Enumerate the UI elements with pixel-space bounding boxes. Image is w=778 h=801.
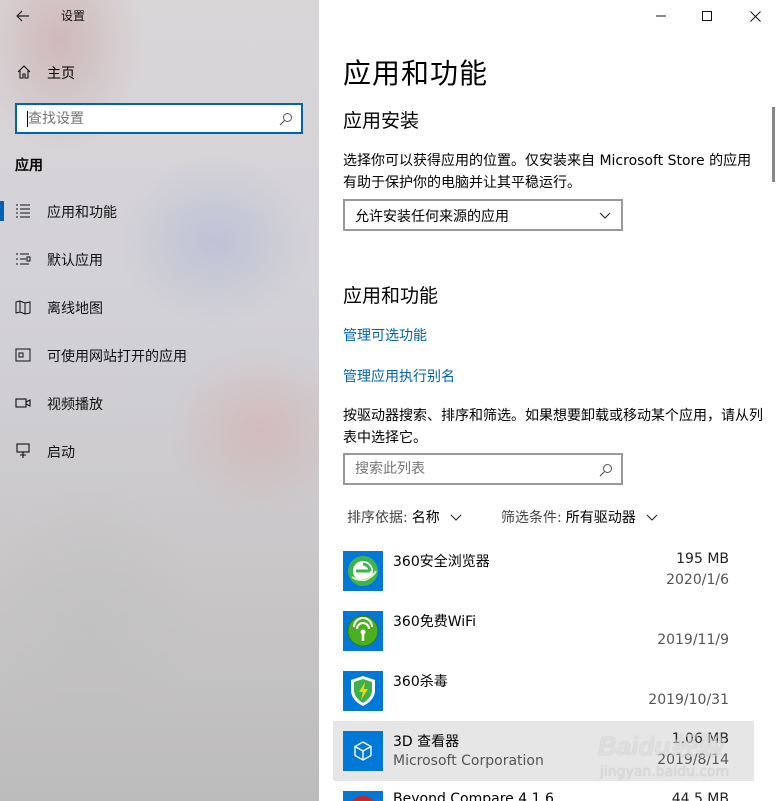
sidebar-section-title: 应用 [15, 158, 43, 174]
manage-app-aliases-link[interactable]: 管理应用执行别名 [343, 366, 455, 386]
app-name: 3D 查看器 [393, 734, 460, 750]
vertical-scrollbar[interactable] [772, 107, 775, 182]
settings-search-input[interactable] [28, 109, 268, 129]
back-button[interactable] [10, 4, 36, 28]
sidebar-item-offline-maps[interactable]: 离线地图 [0, 287, 319, 327]
app-list-search-input[interactable] [355, 460, 585, 478]
manage-optional-features-link[interactable]: 管理可选功能 [343, 325, 427, 345]
video-playback-icon [15, 398, 31, 408]
window-title: 设置 [61, 9, 86, 23]
maximize-button[interactable] [684, 0, 730, 32]
minimize-button[interactable] [638, 0, 684, 32]
sidebar-item-startup[interactable]: 启动 [0, 431, 319, 471]
app-date: 2019/10/31 [648, 692, 729, 708]
sidebar-item-apps-features[interactable]: 应用和功能 [0, 191, 319, 231]
app-list-item[interactable]: 360免费WiFi 2019/11/9 [333, 601, 754, 661]
settings-search-box[interactable] [15, 103, 303, 134]
maximize-icon [702, 11, 712, 21]
install-heading: 应用安装 [343, 110, 420, 132]
app-name: 360安全浏览器 [393, 554, 490, 570]
app-name: 360杀毒 [393, 674, 448, 690]
sort-key: 排序依据: [347, 510, 408, 526]
home-label: 主页 [47, 66, 75, 82]
baidu-watermark: Baidu经验 jingyan.baidu.com [580, 716, 775, 798]
360-antivirus-icon [343, 671, 383, 711]
sidebar-item-apps-for-websites[interactable]: 可使用网站打开的应用 [0, 335, 319, 375]
sidebar-item-label: 启动 [47, 445, 75, 461]
dropdown-value: 允许安装任何来源的应用 [355, 209, 509, 225]
close-icon [749, 10, 761, 22]
app-list-item[interactable]: 360安全浏览器 195 MB 2020/1/6 [333, 541, 754, 601]
sidebar-item-label: 默认应用 [47, 253, 103, 269]
search-icon [599, 464, 612, 477]
selection-indicator [0, 201, 4, 221]
minimize-icon [656, 15, 666, 17]
app-date: 2019/11/9 [657, 632, 729, 648]
sidebar-item-label: 视频播放 [47, 397, 103, 413]
offline-maps-icon [15, 300, 31, 315]
install-source-dropdown[interactable]: 允许安装任何来源的应用 [343, 199, 623, 231]
filter-by-dropdown[interactable]: 筛选条件: 所有驱动器 [501, 507, 658, 527]
features-heading: 应用和功能 [343, 285, 439, 307]
watermark-url: jingyan.baidu.com [600, 764, 730, 780]
sidebar-item-label: 可使用网站打开的应用 [47, 349, 187, 365]
filter-key: 筛选条件: [501, 510, 562, 526]
chevron-down-icon [599, 212, 611, 219]
chevron-down-icon [450, 514, 462, 521]
sidebar-item-video-playback[interactable]: 视频播放 [0, 383, 319, 423]
chevron-down-icon [646, 514, 658, 521]
main-pane: 应用和功能 应用安装 选择你可以获得应用的位置。仅安装来自 Microsoft … [319, 0, 778, 801]
360-browser-icon [343, 551, 383, 591]
startup-icon [16, 443, 30, 458]
apps-for-websites-icon [15, 348, 31, 362]
install-description: 选择你可以获得应用的位置。仅安装来自 Microsoft Store 的应用有助… [343, 153, 752, 191]
watermark-main: Baidu经验 [598, 731, 723, 761]
list-description: 按驱动器搜索、排序和筛选。如果想要卸载或移动某个应用，请从列表中选择它。 [343, 408, 763, 446]
default-apps-icon [16, 253, 31, 265]
beyond-compare-icon [343, 791, 383, 801]
home-icon [17, 65, 31, 79]
app-publisher: Microsoft Corporation [393, 753, 544, 769]
app-name: Beyond Compare 4.1.6 [393, 791, 554, 801]
sort-by-dropdown[interactable]: 排序依据: 名称 [347, 507, 462, 527]
app-name: 360免费WiFi [393, 614, 477, 630]
sort-value: 名称 [411, 510, 440, 526]
sidebar-item-label: 应用和功能 [47, 205, 117, 221]
close-button[interactable] [732, 0, 778, 32]
sidebar-item-default-apps[interactable]: 默认应用 [0, 239, 319, 279]
3d-viewer-icon [343, 731, 383, 771]
app-size: 195 MB [676, 551, 729, 567]
sidebar-item-label: 离线地图 [47, 301, 103, 317]
apps-features-icon [16, 204, 30, 218]
title-bar: 设置 [0, 0, 319, 32]
page-title: 应用和功能 [343, 57, 489, 90]
search-icon [279, 113, 292, 126]
app-list-item[interactable]: 360杀毒 2019/10/31 [333, 661, 754, 721]
app-list-search-box[interactable] [343, 453, 623, 485]
sidebar: 设置 主页 应用 应用和功能 默认应用 离线地图 可使用网站打开的应用 视频播放… [0, 0, 319, 801]
back-arrow-icon [16, 10, 29, 22]
app-date: 2020/1/6 [666, 572, 729, 588]
360-wifi-icon [343, 611, 383, 651]
sidebar-item-home[interactable]: 主页 [0, 54, 319, 90]
filter-value: 所有驱动器 [565, 510, 636, 526]
